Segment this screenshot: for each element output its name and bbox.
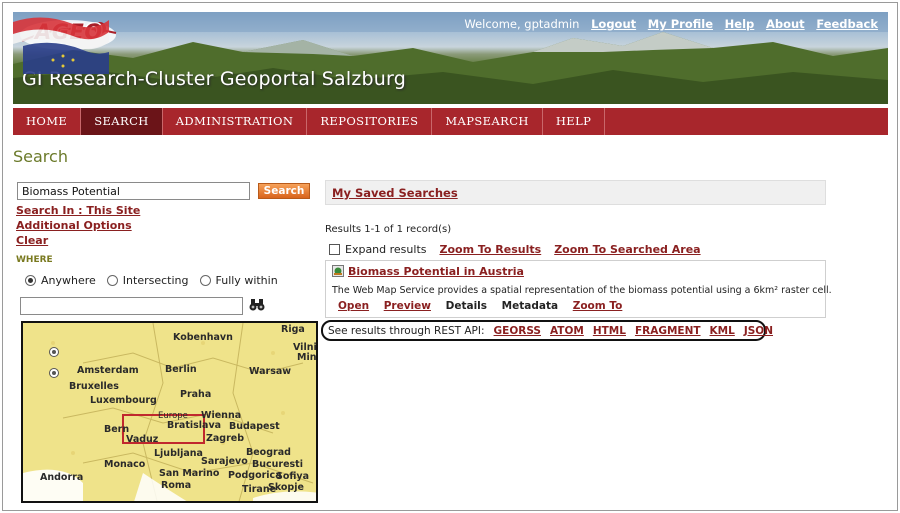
nav-repositories[interactable]: REPOSITORIES xyxy=(307,108,433,135)
map-city-label: Luxembourg xyxy=(90,395,157,406)
fragment-link[interactable]: FRAGMENT xyxy=(635,325,701,337)
welcome-text: Welcome, gptadmin xyxy=(464,17,580,31)
map-city-label: Amsterdam xyxy=(77,365,139,376)
map-city-label: Praha xyxy=(180,389,212,400)
radio-intersecting-label: Intersecting xyxy=(122,274,189,287)
map-city-label: Budapest xyxy=(229,421,280,432)
clear-link[interactable]: Clear xyxy=(16,234,48,247)
map-city-label: Podgorica xyxy=(228,470,282,481)
map-city-label: Skopje xyxy=(268,482,304,493)
map-city-label: Berlin xyxy=(165,364,197,375)
map-city-label: Roma xyxy=(161,480,192,491)
record-description: The Web Map Service provides a spatial r… xyxy=(332,285,832,296)
nav-help[interactable]: HELP xyxy=(543,108,606,135)
map-zoom-in-icon[interactable] xyxy=(49,347,59,357)
where-label: WHERE xyxy=(16,255,53,265)
radio-fully-within-label: Fully within xyxy=(215,274,278,287)
metadata-link[interactable]: Metadata xyxy=(502,300,558,312)
about-link[interactable]: About xyxy=(766,17,805,31)
results-toolbar: Expand results Zoom To Results Zoom To S… xyxy=(329,243,701,256)
result-record: Biomass Potential in Austria The Web Map… xyxy=(325,260,832,318)
rest-api-links: See results through REST API: GEORSS ATO… xyxy=(321,320,773,341)
radio-anywhere[interactable]: Anywhere xyxy=(25,274,96,287)
preview-link[interactable]: Preview xyxy=(384,300,431,312)
additional-options-link[interactable]: Additional Options xyxy=(16,219,132,232)
map-city-label: Ljubljana xyxy=(154,448,203,459)
expand-results-checkbox[interactable] xyxy=(329,244,340,255)
json-link[interactable]: JSON xyxy=(744,325,773,337)
open-link[interactable]: Open xyxy=(338,300,369,312)
radio-intersecting-button[interactable] xyxy=(106,275,118,286)
georss-link[interactable]: GEORSS xyxy=(494,325,541,337)
search-map[interactable]: Riga Kobenhavn Vilnius Minsk Amsterdam B… xyxy=(21,321,318,503)
record-title-link[interactable]: Biomass Potential in Austria xyxy=(348,265,524,278)
feedback-link[interactable]: Feedback xyxy=(816,17,878,31)
map-city-label: Kobenhavn xyxy=(173,332,233,343)
search-button[interactable]: Search xyxy=(258,183,310,199)
radio-fully-within[interactable]: Fully within xyxy=(199,274,278,287)
radio-anywhere-button[interactable] xyxy=(25,275,36,286)
help-link[interactable]: Help xyxy=(725,17,755,31)
map-city-label: Sarajevo xyxy=(201,456,248,467)
html-link[interactable]: HTML xyxy=(593,325,626,337)
map-city-label: Minsk xyxy=(297,352,317,363)
my-profile-link[interactable]: My Profile xyxy=(648,17,713,31)
saved-searches-bar: My Saved Searches xyxy=(325,180,826,205)
map-zoom-out-icon[interactable] xyxy=(49,368,59,378)
logout-link[interactable]: Logout xyxy=(591,17,636,31)
zoom-to-results-link[interactable]: Zoom To Results xyxy=(440,243,542,256)
search-in-link[interactable]: Search In : This Site xyxy=(16,204,140,217)
flags-image xyxy=(13,17,109,74)
nav-administration[interactable]: ADMINISTRATION xyxy=(163,108,308,135)
nav-home[interactable]: HOME xyxy=(13,108,82,135)
map-city-label: Riga xyxy=(281,324,305,335)
expand-results-label: Expand results xyxy=(345,243,427,256)
map-city-label: Monaco xyxy=(104,459,146,470)
top-links: Welcome, gptadmin Logout My Profile Help… xyxy=(456,17,878,31)
map-service-icon xyxy=(332,265,344,277)
results-count: Results 1-1 of 1 record(s) xyxy=(325,224,452,235)
map-city-label: Vaduz xyxy=(126,434,159,445)
map-city-label: Sofiya xyxy=(276,471,310,482)
radio-intersecting[interactable]: Intersecting xyxy=(106,274,189,287)
header-banner: AGEO GI Research-Cluster Geoportal Salzb… xyxy=(13,12,888,104)
record-actions: Open Preview Details Metadata Zoom To xyxy=(338,300,633,312)
search-input[interactable] xyxy=(17,182,250,200)
my-saved-searches-link[interactable]: My Saved Searches xyxy=(332,186,458,200)
rest-api-label: See results through REST API: xyxy=(328,324,485,337)
page-title: Search xyxy=(13,147,68,166)
kml-link[interactable]: KML xyxy=(710,325,735,337)
binoculars-icon[interactable] xyxy=(248,296,266,314)
map-city-label: Andorra xyxy=(40,472,84,483)
nav-search[interactable]: SEARCH xyxy=(81,108,163,135)
map-city-label: San Marino xyxy=(159,468,220,479)
main-nav: HOME SEARCH ADMINISTRATION REPOSITORIES … xyxy=(13,108,888,135)
nav-mapsearch[interactable]: MAPSEARCH xyxy=(432,108,543,135)
map-city-label: Bruxelles xyxy=(69,381,119,392)
map-city-label: Warsaw xyxy=(249,366,292,377)
place-search-input[interactable] xyxy=(20,297,243,315)
where-options: Anywhere Intersecting Fully within xyxy=(25,274,289,287)
map-city-label: Bucuresti xyxy=(252,459,303,470)
map-city-label: Beograd xyxy=(246,447,291,458)
atom-link[interactable]: ATOM xyxy=(550,325,584,337)
zoom-to-searched-area-link[interactable]: Zoom To Searched Area xyxy=(554,243,700,256)
map-city-label: Bratislava xyxy=(167,420,222,431)
radio-anywhere-label: Anywhere xyxy=(41,274,96,287)
radio-fully-within-button[interactable] xyxy=(199,275,211,286)
zoom-to-link[interactable]: Zoom To xyxy=(573,300,623,312)
map-city-label: Zagreb xyxy=(206,433,245,444)
details-link[interactable]: Details xyxy=(446,300,487,312)
